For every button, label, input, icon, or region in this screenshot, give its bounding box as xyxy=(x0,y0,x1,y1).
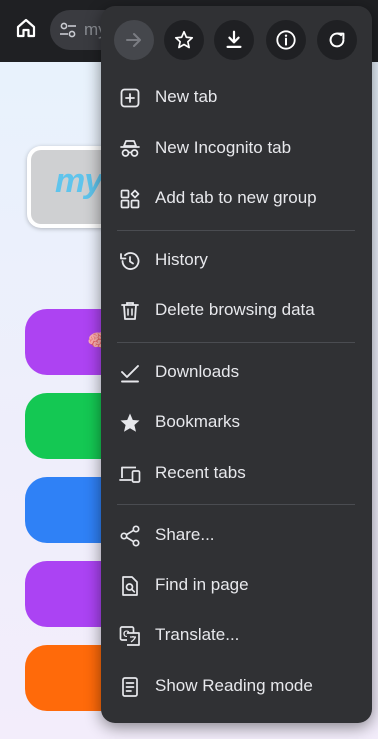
menu-action-row xyxy=(101,6,372,74)
forward-arrow-icon xyxy=(126,33,141,47)
bookmark-button[interactable] xyxy=(164,20,204,60)
tab-group-icon xyxy=(120,189,140,209)
menu-item-bookmarks[interactable]: Bookmarks xyxy=(101,399,372,447)
menu-item-label: Bookmarks xyxy=(155,412,241,431)
menu-divider xyxy=(117,342,355,343)
browser-overflow-menu: New tab New Incognito tab Add tab to new… xyxy=(101,6,372,723)
trash-icon xyxy=(121,302,139,320)
devices-icon xyxy=(119,466,141,483)
reload-button[interactable] xyxy=(317,20,357,60)
menu-item-label: Find in page xyxy=(155,575,249,594)
home-button[interactable] xyxy=(12,14,40,42)
share-icon xyxy=(120,525,140,547)
menu-item-label: Recent tabs xyxy=(155,463,246,482)
translate-icon: G xyxy=(119,626,140,646)
menu-item-new-incognito-tab[interactable]: New Incognito tab xyxy=(101,125,372,173)
star-outline-icon xyxy=(174,30,194,49)
menu-item-show-reading-mode[interactable]: Show Reading mode xyxy=(101,663,372,711)
downloads-check-icon xyxy=(121,365,139,383)
menu-item-label: New Incognito tab xyxy=(155,138,292,157)
incognito-icon xyxy=(120,140,140,157)
menu-divider xyxy=(117,504,355,505)
menu-item-label: Add tab to new group xyxy=(155,188,317,207)
site-logo: my xyxy=(55,162,103,200)
download-page-button[interactable] xyxy=(214,20,254,60)
download-icon xyxy=(226,30,242,48)
page-info-button[interactable] xyxy=(266,20,306,60)
site-settings-icon[interactable] xyxy=(58,20,78,40)
menu-item-history[interactable]: History xyxy=(101,237,372,285)
find-in-page-icon xyxy=(122,576,138,596)
forward-button[interactable] xyxy=(114,20,154,60)
menu-item-downloads[interactable]: Downloads xyxy=(101,349,372,397)
menu-item-label: Share... xyxy=(155,525,215,544)
menu-item-recent-tabs[interactable]: Recent tabs xyxy=(101,450,372,498)
star-filled-icon xyxy=(120,413,140,432)
menu-item-label: History xyxy=(155,250,208,269)
menu-item-label: Downloads xyxy=(155,362,240,381)
new-tab-icon xyxy=(120,88,140,108)
info-icon xyxy=(276,30,296,50)
menu-item-label: Translate... xyxy=(155,625,240,644)
reading-mode-icon xyxy=(122,677,138,697)
menu-item-new-tab[interactable]: New tab xyxy=(101,74,372,122)
menu-divider xyxy=(117,230,355,231)
menu-item-add-tab-to-group[interactable]: Add tab to new group xyxy=(101,175,372,223)
menu-item-find-in-page[interactable]: Find in page xyxy=(101,562,372,610)
menu-item-translate[interactable]: G Translate... xyxy=(101,612,372,660)
history-icon xyxy=(120,252,140,270)
home-icon xyxy=(16,18,36,38)
menu-item-share[interactable]: Share... xyxy=(101,512,372,560)
reload-icon xyxy=(329,32,345,48)
menu-item-label: Show Reading mode xyxy=(155,676,313,695)
menu-item-label: Delete browsing data xyxy=(155,300,315,319)
menu-item-delete-browsing-data[interactable]: Delete browsing data xyxy=(101,287,372,335)
menu-item-label: New tab xyxy=(155,87,218,106)
